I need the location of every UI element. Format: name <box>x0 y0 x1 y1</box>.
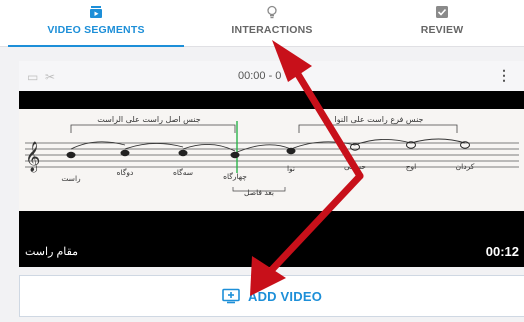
tab-video-segments-label: VIDEO SEGMENTS <box>47 24 145 36</box>
tab-bar: VIDEO SEGMENTS INTERACTIONS REVIEW <box>0 0 524 47</box>
scissors-icon[interactable]: ✂ <box>45 70 55 84</box>
video-frame-sheet[interactable]: 𝄞 جنس اصل راست علی الراست جنس فرع راست ع… <box>19 109 524 211</box>
music-staff: 𝄞 جنس اصل راست علی الراست جنس فرع راست ع… <box>25 115 519 197</box>
svg-text:چهارگاه: چهارگاه <box>223 172 247 181</box>
add-video-label: ADD VIDEO <box>247 288 323 304</box>
svg-text:بعد فاصل: بعد فاصل <box>244 188 274 197</box>
svg-text:سه‌گاه: سه‌گاه <box>173 168 193 177</box>
svg-text:راست: راست <box>61 174 81 183</box>
svg-text:دوگاه: دوگاه <box>117 168 134 177</box>
svg-text:جنس اصل راست علی الراست: جنس اصل راست علی الراست <box>97 115 200 124</box>
video-duration: 00:12 <box>485 244 519 259</box>
tab-review[interactable]: REVIEW <box>360 0 524 47</box>
svg-text:نوا: نوا <box>287 164 295 173</box>
segments-icon <box>90 6 102 18</box>
svg-text:اوج: اوج <box>406 162 417 171</box>
add-video-button[interactable]: ADD VIDEO <box>19 275 524 317</box>
tab-interactions-label: INTERACTIONS <box>231 24 313 36</box>
video-segment-card: ▭ ✂ 00:00 - 0 ⋮ 𝄞 جنس اصل راست علی الراس… <box>19 61 524 267</box>
segment-time-range: 00:00 - 0 <box>238 70 282 82</box>
svg-text:حسینی: حسینی <box>344 162 366 171</box>
add-video-icon <box>222 288 240 304</box>
video-caption: مقام راست <box>25 246 79 258</box>
svg-text:𝄞: 𝄞 <box>25 141 40 173</box>
tab-review-label: REVIEW <box>420 24 464 36</box>
segment-header: ▭ ✂ 00:00 - 0 ⋮ <box>19 61 524 91</box>
tab-video-segments[interactable]: VIDEO SEGMENTS <box>8 0 184 47</box>
checkbox-icon <box>436 6 448 18</box>
svg-text:جنس فرع راست علی النوا: جنس فرع راست علی النوا <box>335 115 424 124</box>
lightbulb-icon <box>267 5 277 19</box>
more-options-icon[interactable]: ⋮ <box>497 67 511 84</box>
subtitles-icon[interactable]: ▭ <box>27 70 38 84</box>
svg-text:کردان: کردان <box>456 162 475 171</box>
tab-interactions[interactable]: INTERACTIONS <box>184 0 360 47</box>
